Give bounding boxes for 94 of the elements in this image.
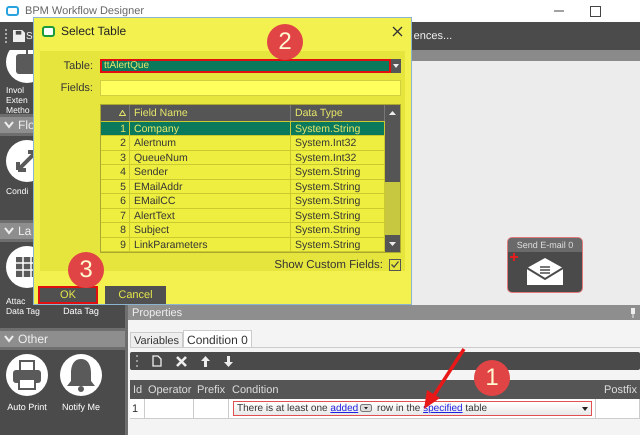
caret-icon[interactable] xyxy=(582,406,588,410)
toolbar-button[interactable]: ences... xyxy=(414,30,452,42)
caret-icon[interactable] xyxy=(393,64,399,68)
checkbox[interactable] xyxy=(389,258,401,271)
section-title: Other xyxy=(18,332,48,346)
bell-icon[interactable] xyxy=(59,353,103,397)
chevron-icon[interactable] xyxy=(4,121,14,129)
tool-label: Attac xyxy=(6,296,26,306)
grid-row[interactable]: 7 AlertText System.String xyxy=(101,208,385,224)
grid-row[interactable]: 9 LinkParameters System.String xyxy=(101,238,385,252)
maximize-icon[interactable] xyxy=(590,6,601,16)
condition-link[interactable]: specified xyxy=(423,403,463,414)
table-cell: 1 xyxy=(130,399,145,419)
grid-row[interactable]: 2 Alertnum System.Int32 xyxy=(101,136,385,151)
grid-row[interactable]: 6 EMailCC System.String xyxy=(101,194,385,209)
tool-label: Auto Print xyxy=(7,402,47,412)
printer-icon[interactable] xyxy=(5,353,49,397)
tool-label: Data Tag xyxy=(6,306,40,316)
sort-icon[interactable] xyxy=(119,110,126,116)
tool-label: Notify Me xyxy=(62,402,100,412)
ok-button[interactable]: OK xyxy=(38,286,98,304)
grid-row[interactable]: 4 Sender System.String xyxy=(101,165,385,180)
row-number: 7 xyxy=(101,208,130,222)
column-header: Postfix xyxy=(602,383,638,398)
scrollbar[interactable] xyxy=(385,104,400,252)
row-number: 2 xyxy=(101,136,130,150)
column-header: Operator xyxy=(147,383,192,398)
field-label: Fields: xyxy=(60,82,94,94)
delete-icon[interactable] xyxy=(176,356,187,366)
app-icon xyxy=(6,6,19,16)
save-icon[interactable] xyxy=(13,30,25,42)
tool-label: Data Tag xyxy=(63,306,99,316)
condition-text: There is at least one added row in the specified table xyxy=(237,403,488,414)
field-name: QueueNum xyxy=(130,150,291,164)
grid-row[interactable]: 5 EMailAddr System.String xyxy=(101,180,385,194)
plus-icon xyxy=(510,253,518,261)
field-name: Company xyxy=(130,122,291,136)
dialog-title: Select Table xyxy=(61,24,126,38)
grip-icon xyxy=(5,28,8,44)
tool-label: Invol xyxy=(6,85,24,95)
grid-row[interactable]: 8 Subject System.String xyxy=(101,223,385,238)
node-title: Send E-mail 0 xyxy=(508,238,582,252)
grid-row[interactable]: 1 Company System.String xyxy=(101,122,385,136)
grid-row[interactable]: 3 QueueNum System.Int32 xyxy=(101,150,385,166)
row-number: 9 xyxy=(101,238,130,252)
pin-icon[interactable] xyxy=(630,308,636,318)
column-header: Prefix xyxy=(196,383,226,398)
checkbox-label: Show Custom Fields: xyxy=(274,258,383,271)
down-arrow-icon[interactable] xyxy=(224,356,233,366)
chevron-icon[interactable] xyxy=(4,335,14,343)
row-number: 1 xyxy=(101,122,130,136)
field-name: EMailAddr xyxy=(130,180,291,194)
envelope-icon xyxy=(525,256,565,286)
close-icon[interactable] xyxy=(392,26,403,37)
dropdown-icon[interactable] xyxy=(360,404,372,412)
scroll-thumb-icon[interactable] xyxy=(385,122,400,182)
tab[interactable]: Condition 0 xyxy=(183,330,252,347)
field-name: Sender xyxy=(130,165,291,179)
field-name: LinkParameters xyxy=(130,238,291,252)
new-document-icon[interactable] xyxy=(152,355,162,367)
row-number: 6 xyxy=(101,194,130,208)
up-arrow-icon[interactable] xyxy=(201,356,210,366)
tool-label: Exten xyxy=(6,95,28,105)
cancel-button[interactable]: Cancel xyxy=(105,286,166,304)
tab[interactable]: Variables xyxy=(130,332,184,347)
field-name: AlertText xyxy=(130,208,291,222)
toolbar-button[interactable]: S xyxy=(26,30,33,42)
field-name: Alertnum xyxy=(130,136,291,150)
window-icon xyxy=(42,26,55,37)
row-number: 3 xyxy=(101,150,130,164)
field-name: Subject xyxy=(130,223,291,237)
fields-input[interactable] xyxy=(100,80,401,96)
condition-link[interactable]: added xyxy=(330,403,358,414)
column-header[interactable]: Field Name xyxy=(130,104,291,121)
tool-label: Metho xyxy=(6,105,30,114)
chevron-icon[interactable] xyxy=(4,227,14,235)
row-number: 5 xyxy=(101,180,130,194)
row-number: 4 xyxy=(101,165,130,179)
workflow-node[interactable]: Send E-mail 0 xyxy=(507,237,583,293)
field-name: EMailCC xyxy=(130,194,291,208)
field-label: Table: xyxy=(62,60,94,72)
panel-title: Properties xyxy=(132,306,182,318)
column-header: Id xyxy=(132,383,144,398)
scroll-up-icon[interactable] xyxy=(385,104,400,122)
tool-label: Condi xyxy=(6,186,28,196)
column-header: Condition xyxy=(231,383,280,398)
row-number: 8 xyxy=(101,223,130,237)
table-cell xyxy=(145,399,194,419)
check-icon xyxy=(391,261,399,268)
scroll-down-icon[interactable] xyxy=(385,234,400,252)
section-title: La xyxy=(18,224,32,238)
window-title: BPM Workflow Designer xyxy=(25,5,144,17)
table-dropdown[interactable]: ttAlertQue xyxy=(100,58,391,73)
condition-field[interactable]: There is at least one added row in the specified table xyxy=(233,401,592,416)
